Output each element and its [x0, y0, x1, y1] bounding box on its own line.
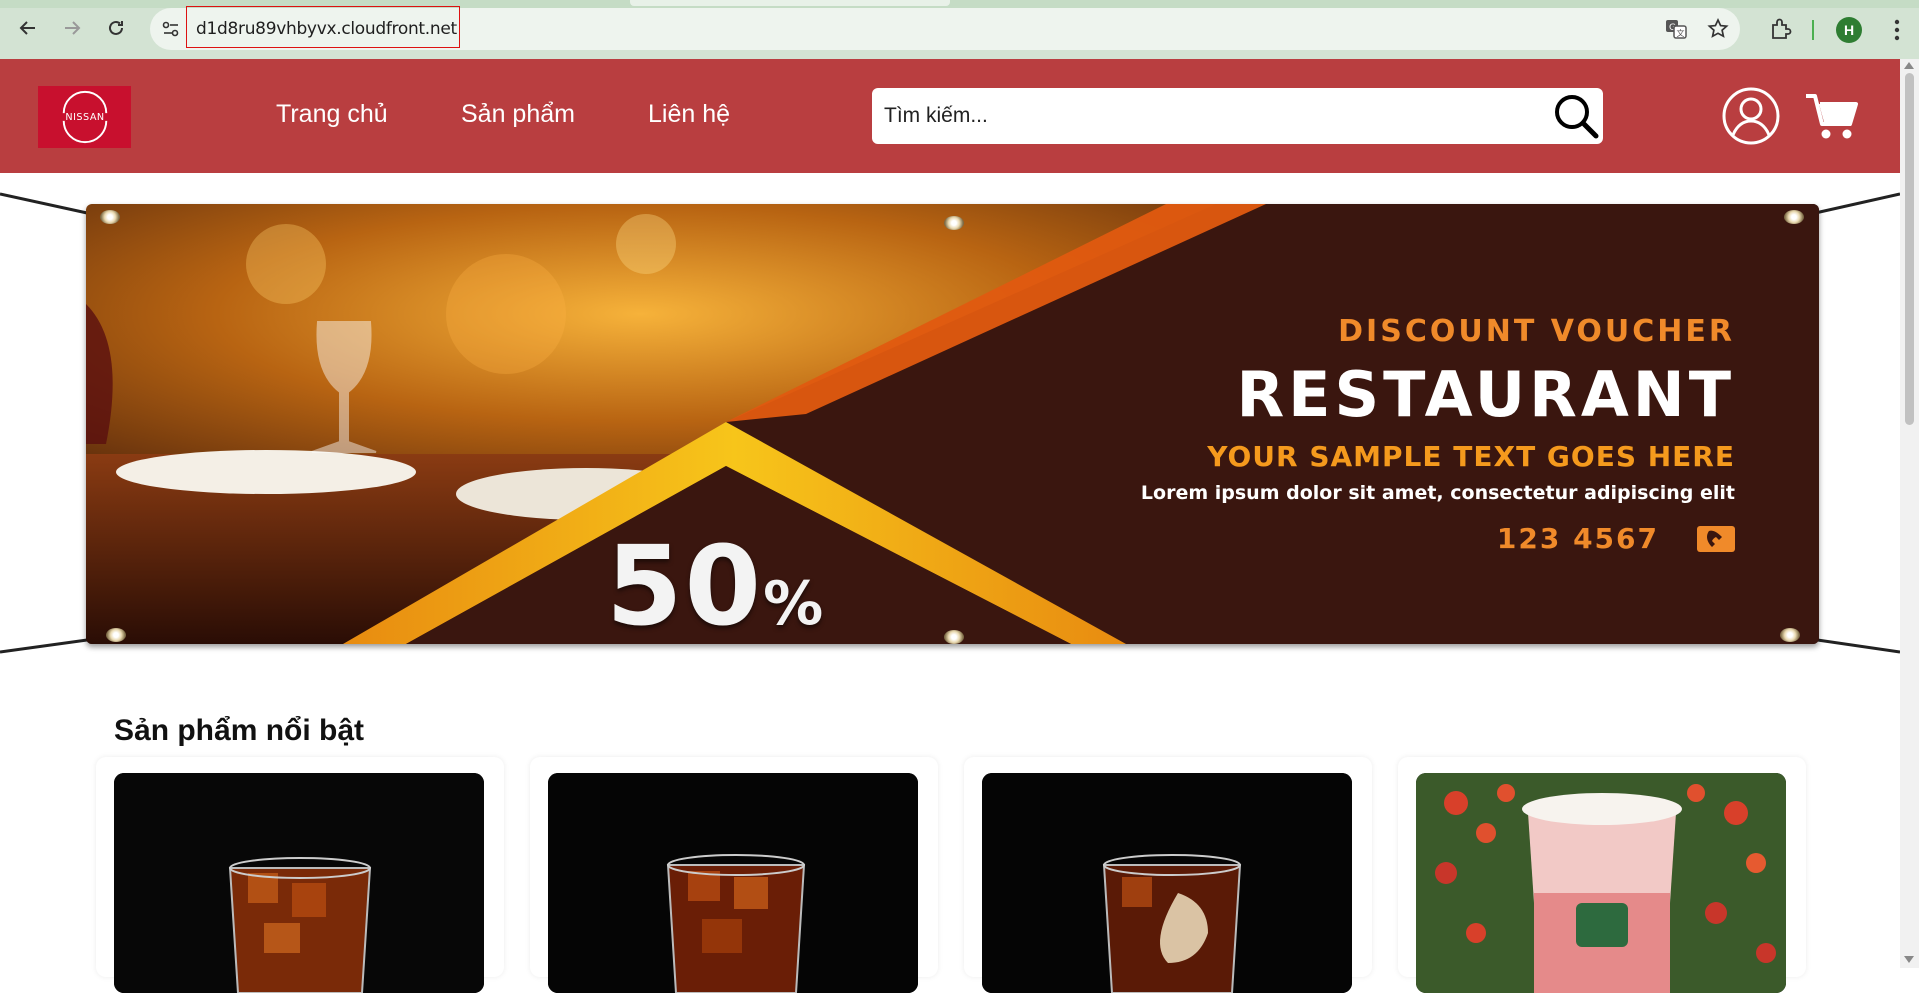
- banner-phone: 123 4567: [1496, 522, 1659, 555]
- back-arrow-icon: [19, 21, 35, 35]
- forward-button[interactable]: [56, 12, 88, 44]
- nav-link-contact[interactable]: Liên hệ: [648, 100, 730, 129]
- scroll-up-arrow[interactable]: [1904, 62, 1914, 69]
- banner-subtitle: YOUR SAMPLE TEXT GOES HERE: [1207, 440, 1735, 473]
- back-button[interactable]: [12, 12, 44, 44]
- banner-grommet: [944, 630, 964, 644]
- promo-banner-area: DISCOUNT VOUCHER RESTAURANT YOUR SAMPLE …: [0, 190, 1900, 660]
- brand-logo[interactable]: NISSAN: [38, 86, 131, 148]
- discount-number: 50: [606, 522, 764, 644]
- reload-button[interactable]: [100, 12, 132, 44]
- product-card[interactable]: [96, 757, 504, 993]
- product-card[interactable]: [964, 757, 1372, 993]
- product-image[interactable]: [114, 773, 484, 993]
- reload-icon: [109, 20, 123, 35]
- banner-body-text: Lorem ipsum dolor sit amet, consectetur …: [1140, 482, 1735, 504]
- banner-grommet: [1784, 210, 1804, 224]
- user-account-icon[interactable]: [1722, 86, 1780, 146]
- shopping-cart-icon[interactable]: [1804, 88, 1860, 144]
- iced-tea-glass-icon: [548, 773, 918, 993]
- svg-text:文: 文: [1677, 28, 1685, 38]
- extensions-puzzle-icon[interactable]: [1768, 16, 1794, 42]
- search-icon[interactable]: [1552, 92, 1600, 140]
- svg-text:NISSAN: NISSAN: [65, 112, 104, 123]
- iced-coffee-glass-icon: [982, 773, 1352, 993]
- profile-avatar[interactable]: H: [1836, 17, 1862, 43]
- active-tab-edge[interactable]: [630, 0, 950, 6]
- browser-menu-icon[interactable]: [1885, 16, 1909, 44]
- scroll-down-arrow[interactable]: [1904, 956, 1914, 963]
- translate-icon[interactable]: G 文: [1664, 17, 1688, 41]
- site-info-icon[interactable]: [160, 18, 182, 40]
- banner-grommet: [1780, 628, 1800, 642]
- url-text[interactable]: d1d8ru89vhbyvx.cloudfront.net: [196, 19, 457, 39]
- toolbar-divider: [1812, 20, 1814, 40]
- nav-link-home[interactable]: Trang chủ: [276, 100, 388, 129]
- product-image[interactable]: [1416, 773, 1786, 993]
- banner-title: RESTAURANT: [1236, 358, 1735, 431]
- product-image[interactable]: [548, 773, 918, 993]
- phone-icon: [1697, 526, 1735, 552]
- nav-link-products[interactable]: Sản phẩm: [461, 100, 575, 129]
- product-image[interactable]: [982, 773, 1352, 993]
- search-input[interactable]: [884, 98, 1534, 134]
- product-card[interactable]: [1398, 757, 1806, 993]
- featured-section-title: Sản phẩm nổi bật: [114, 714, 365, 747]
- banner-discount: 50%: [606, 522, 825, 644]
- forward-arrow-icon: [65, 21, 81, 35]
- bookmark-star-icon[interactable]: [1706, 17, 1730, 41]
- banner-grommet: [100, 210, 120, 224]
- product-card[interactable]: [530, 757, 938, 993]
- nissan-logo-icon: NISSAN: [62, 90, 107, 144]
- banner-grommet: [106, 628, 126, 642]
- banner-kicker: DISCOUNT VOUCHER: [1338, 314, 1735, 349]
- fruit-tea-cup-icon: [1416, 773, 1786, 993]
- scroll-thumb[interactable]: [1905, 73, 1914, 425]
- search-box: [872, 88, 1603, 144]
- banner-grommet: [944, 216, 964, 230]
- promo-banner[interactable]: DISCOUNT VOUCHER RESTAURANT YOUR SAMPLE …: [86, 204, 1819, 644]
- discount-symbol: %: [763, 569, 826, 639]
- iced-tea-glass-icon: [114, 773, 484, 993]
